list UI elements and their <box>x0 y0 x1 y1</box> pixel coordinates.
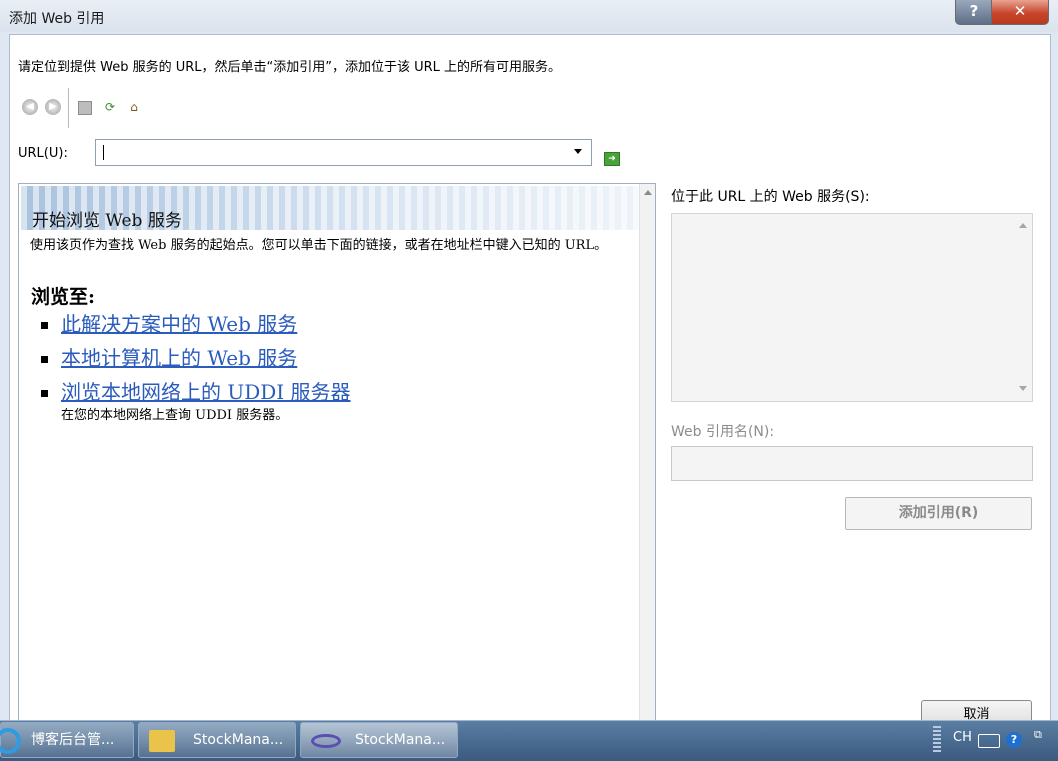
taskbar-item-label: StockMana... <box>193 732 284 748</box>
services-list[interactable] <box>671 213 1033 402</box>
bullet-icon <box>41 356 48 363</box>
instruction-text: 请定位到提供 Web 服务的 URL，然后单击“添加引用”，添加位于该 URL … <box>18 60 562 75</box>
back-arrow-icon[interactable]: ◀ <box>22 99 38 115</box>
taskbar-item-ie[interactable]: 博客后台管... <box>0 722 134 758</box>
help-icon[interactable]: ? <box>1006 732 1022 748</box>
home-icon[interactable]: ⌂ <box>126 99 142 115</box>
url-label: URL(U): <box>18 146 68 161</box>
ie-icon <box>0 728 21 754</box>
language-indicator[interactable]: CH <box>953 730 972 745</box>
scroll-up-icon[interactable] <box>644 190 652 195</box>
url-combobox[interactable] <box>95 139 592 166</box>
banner-title: 开始浏览 Web 服务 <box>32 211 182 231</box>
taskbar-item-label: 博客后台管... <box>31 732 115 748</box>
services-label: 位于此 URL 上的 Web 服务(S): <box>671 189 870 205</box>
link-solution-services[interactable]: 此解决方案中的 Web 服务 <box>61 308 297 337</box>
forward-arrow-icon[interactable]: ▶ <box>45 99 61 115</box>
scroll-up-icon[interactable] <box>1019 223 1027 228</box>
browse-heading: 浏览至: <box>31 286 96 308</box>
browser-pane[interactable]: 开始浏览 Web 服务 使用该页作为查找 Web 服务的起始点。您可以单击下面的… <box>18 183 656 728</box>
tray-grip[interactable] <box>933 726 941 754</box>
reference-name-field[interactable] <box>671 446 1033 481</box>
bullet-icon <box>41 390 48 397</box>
link-uddi-servers[interactable]: 浏览本地网络上的 UDDI 服务器 <box>61 376 351 405</box>
browser-description: 使用该页作为查找 Web 服务的起始点。您可以单击下面的链接，或者在地址栏中键入… <box>30 238 608 253</box>
browser-scrollbar[interactable] <box>639 184 655 727</box>
chevron-down-icon[interactable] <box>574 149 582 154</box>
keyboard-icon[interactable] <box>978 734 1000 748</box>
toolbar-separator <box>68 88 69 128</box>
uddi-description: 在您的本地网络上查询 UDDI 服务器。 <box>61 408 289 423</box>
go-arrow-icon[interactable]: ➜ <box>604 152 620 166</box>
taskbar-item-label: StockMana... <box>355 732 446 748</box>
services-scrollbar[interactable] <box>1015 214 1032 401</box>
reference-name-label: Web 引用名(N): <box>671 424 775 440</box>
scroll-down-icon[interactable] <box>1019 386 1027 391</box>
link-local-machine-services[interactable]: 本地计算机上的 Web 服务 <box>61 342 297 371</box>
taskbar-item-folder[interactable]: StockMana... <box>138 722 296 758</box>
visual-studio-icon <box>311 734 341 748</box>
url-input[interactable] <box>96 140 570 163</box>
help-button[interactable]: ? <box>955 0 993 25</box>
restore-icon[interactable]: ⧉ <box>1034 728 1042 742</box>
text-caret <box>103 145 104 160</box>
bullet-icon <box>41 322 48 329</box>
taskbar-item-visual-studio[interactable]: StockMana... <box>300 722 458 758</box>
window-title: 添加 Web 引用 <box>9 11 105 27</box>
add-reference-button[interactable]: 添加引用(R) <box>845 497 1032 530</box>
refresh-icon[interactable]: ⟳ <box>102 99 118 115</box>
title-bar: 添加 Web 引用 ? ✕ <box>0 0 1058 32</box>
browser-banner: 开始浏览 Web 服务 <box>21 186 639 231</box>
stop-icon[interactable] <box>78 101 92 115</box>
close-button[interactable]: ✕ <box>991 0 1049 25</box>
folder-icon <box>149 730 175 752</box>
